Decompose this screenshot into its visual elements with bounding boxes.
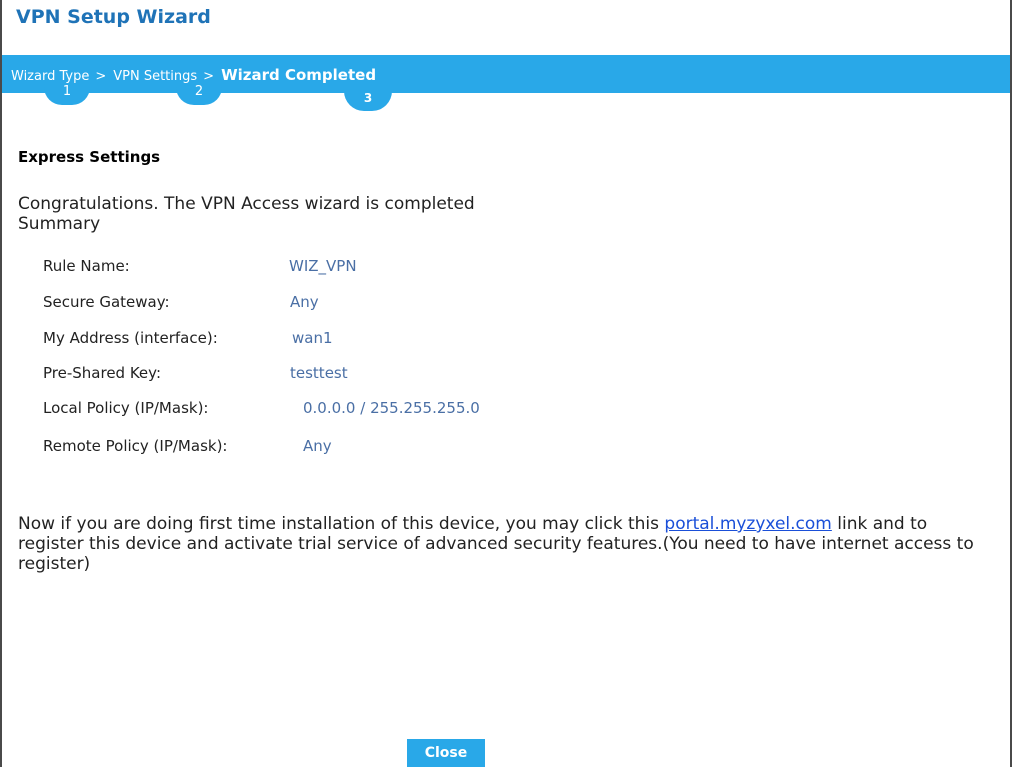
breadcrumb-step-wizard-completed: Wizard Completed xyxy=(221,66,377,84)
breadcrumb-step-vpn-settings: VPN Settings xyxy=(113,69,198,84)
summary-row-pre-shared-key: Pre-Shared Key: testtest xyxy=(43,364,348,382)
step-number-3: 3 xyxy=(344,87,392,111)
summary-row-remote-policy: Remote Policy (IP/Mask): Any xyxy=(43,437,332,455)
step-number-2: 2 xyxy=(176,85,222,105)
portal-link[interactable]: portal.myzyxel.com xyxy=(664,514,831,534)
summary-label-pre-shared-key: Pre-Shared Key: xyxy=(43,364,161,382)
summary-row-secure-gateway: Secure Gateway: Any xyxy=(43,293,319,311)
summary-value-local-policy: 0.0.0.0 / 255.255.255.0 xyxy=(303,399,480,417)
summary-label-remote-policy: Remote Policy (IP/Mask): xyxy=(43,437,228,455)
breadcrumb-step-wizard-type: Wizard Type xyxy=(11,69,90,84)
window-title: VPN Setup Wizard xyxy=(16,6,211,28)
completion-message: Congratulations. The VPN Access wizard i… xyxy=(18,194,475,234)
close-button[interactable]: Close xyxy=(407,739,485,767)
summary-row-my-address: My Address (interface): wan1 xyxy=(43,329,333,347)
summary-label-rule-name: Rule Name: xyxy=(43,257,130,275)
summary-value-rule-name: WIZ_VPN xyxy=(289,257,357,275)
summary-row-local-policy: Local Policy (IP/Mask): 0.0.0.0 / 255.25… xyxy=(43,399,480,417)
section-title: Express Settings xyxy=(18,148,161,166)
note-text-before: Now if you are doing first time installa… xyxy=(18,514,665,534)
summary-value-secure-gateway: Any xyxy=(290,293,319,311)
step-number-1: 1 xyxy=(44,85,90,105)
registration-note: Now if you are doing first time installa… xyxy=(18,514,998,574)
summary-label-local-policy: Local Policy (IP/Mask): xyxy=(43,399,209,417)
summary-label: Summary xyxy=(18,214,101,234)
summary-row-rule-name: Rule Name: WIZ_VPN xyxy=(43,257,357,275)
summary-label-my-address: My Address (interface): xyxy=(43,329,218,347)
summary-value-my-address: wan1 xyxy=(292,329,333,347)
congrats-text: Congratulations. The VPN Access wizard i… xyxy=(18,194,475,214)
vpn-setup-wizard-window: VPN Setup Wizard Wizard Type > VPN Setting… xyxy=(0,0,1012,767)
breadcrumb-separator-icon: > xyxy=(95,69,107,84)
breadcrumb-separator-icon: > xyxy=(203,69,215,84)
summary-value-pre-shared-key: testtest xyxy=(290,364,348,382)
summary-value-remote-policy: Any xyxy=(303,437,332,455)
breadcrumb: Wizard Type > VPN Settings > Wizard Complete… xyxy=(11,66,376,84)
wizard-step-bar: Wizard Type > VPN Settings > Wizard Complete… xyxy=(2,55,1010,111)
summary-label-secure-gateway: Secure Gateway: xyxy=(43,293,170,311)
